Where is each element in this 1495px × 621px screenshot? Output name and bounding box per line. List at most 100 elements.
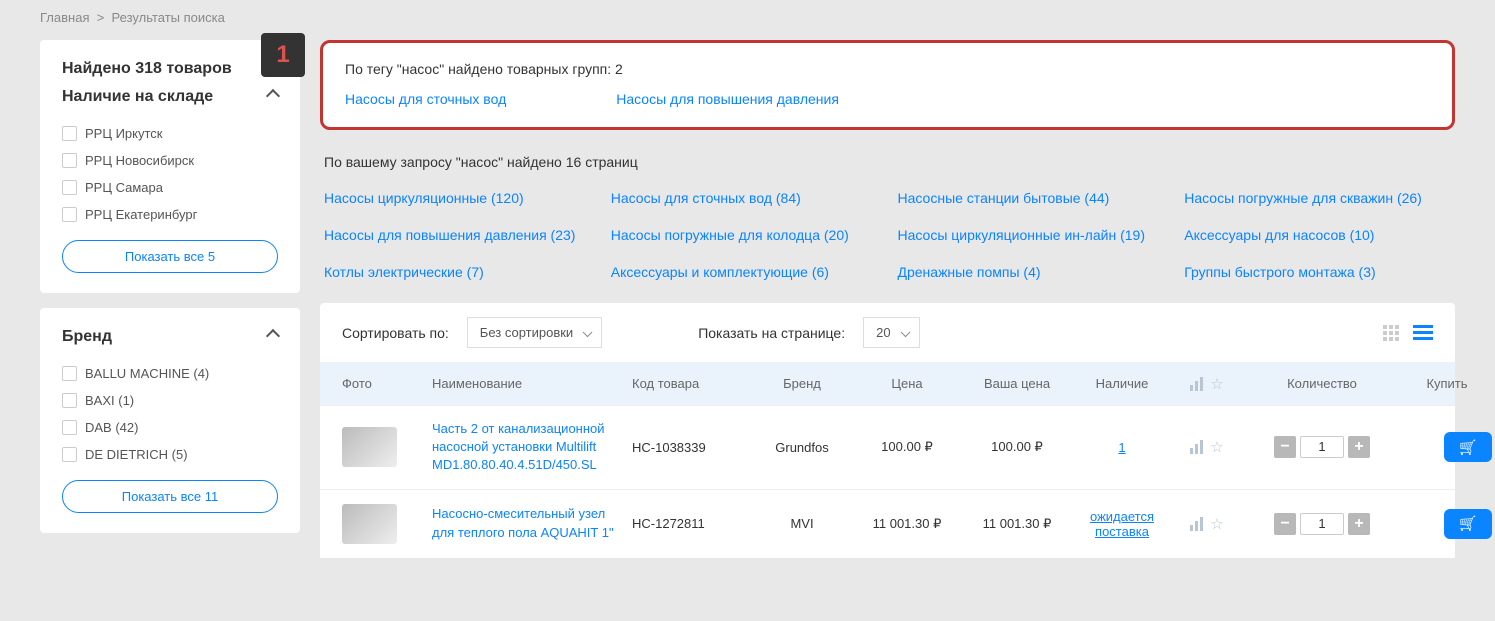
product-table: Фото Наименование Код товара Бренд Цена …: [320, 362, 1455, 558]
stock-option[interactable]: РРЦ Иркутск: [62, 120, 278, 147]
compare-icon[interactable]: [1190, 440, 1204, 454]
category-link[interactable]: Насосы погружные для колодца (20): [611, 225, 878, 246]
product-your-price: 100.00 ₽: [962, 439, 1072, 455]
stock-option-label: РРЦ Иркутск: [85, 126, 162, 141]
checkbox-icon: [62, 180, 77, 195]
show-all-brand-button[interactable]: Показать все 11: [62, 480, 278, 513]
qty-stepper: − 1 +: [1242, 436, 1402, 458]
brand-option-label: DE DIETRICH (5): [85, 447, 188, 462]
checkbox-icon: [62, 447, 77, 462]
compare-icon[interactable]: [1190, 517, 1204, 531]
stock-link[interactable]: 1: [1118, 440, 1125, 455]
product-code: НС-1272811: [632, 516, 752, 531]
qty-plus-button[interactable]: +: [1348, 513, 1370, 535]
category-link[interactable]: Дренажные помпы (4): [898, 262, 1165, 283]
tag-heading: По тегу "насос" найдено товарных групп: …: [345, 61, 1430, 77]
sort-select[interactable]: Без сортировки: [467, 317, 602, 348]
th-brand: Бренд: [752, 376, 852, 391]
grid-view-icon[interactable]: [1383, 325, 1403, 341]
qty-input[interactable]: 1: [1300, 436, 1344, 458]
main-content: 1 По тегу "насос" найдено товарных групп…: [320, 40, 1455, 558]
list-toolbar: Сортировать по: Без сортировки Показать …: [320, 303, 1455, 362]
th-actions: [1172, 377, 1242, 391]
product-price: 100.00 ₽: [852, 439, 962, 455]
th-buy: Купить: [1402, 376, 1492, 391]
cart-icon: [1459, 439, 1476, 456]
stock-link[interactable]: ожидается поставка: [1090, 509, 1154, 539]
stock-option[interactable]: РРЦ Самара: [62, 174, 278, 201]
list-view-icon[interactable]: [1413, 325, 1433, 341]
found-panel: Найдено 318 товаров Наличие на складе РР…: [40, 40, 300, 293]
product-thumbnail[interactable]: [342, 427, 397, 467]
brand-filter-toggle[interactable]: Бренд: [62, 328, 278, 346]
th-your-price: Ваша цена: [962, 376, 1072, 391]
found-title: Найдено 318 товаров: [62, 60, 278, 78]
show-all-stock-button[interactable]: Показать все 5: [62, 240, 278, 273]
th-qty: Количество: [1242, 376, 1402, 391]
stock-option-label: РРЦ Новосибирск: [85, 153, 194, 168]
chevron-up-icon: [268, 88, 278, 106]
category-link[interactable]: Аксессуары для насосов (10): [1184, 225, 1451, 246]
stock-filter-toggle[interactable]: Наличие на складе: [62, 88, 278, 106]
perpage-select[interactable]: 20: [863, 317, 919, 348]
brand-option-label: BAXI (1): [85, 393, 134, 408]
tag-link[interactable]: Насосы для повышения давления: [616, 91, 839, 107]
brand-panel: Бренд BALLU MACHINE (4) BAXI (1) DAB (42…: [40, 308, 300, 533]
category-link[interactable]: Насосы циркуляционные ин-лайн (19): [898, 225, 1165, 246]
qty-plus-button[interactable]: +: [1348, 436, 1370, 458]
sidebar: Найдено 318 товаров Наличие на складе РР…: [40, 40, 300, 558]
product-code: НС-1038339: [632, 440, 752, 455]
brand-option[interactable]: BALLU MACHINE (4): [62, 360, 278, 387]
buy-button[interactable]: [1444, 509, 1492, 539]
chevron-up-icon: [268, 328, 278, 346]
stock-option[interactable]: РРЦ Екатеринбург: [62, 201, 278, 228]
checkbox-icon: [62, 366, 77, 381]
product-name-link[interactable]: Насосно-смесительный узел для теплого по…: [432, 505, 632, 541]
product-your-price: 11 001.30 ₽: [962, 516, 1072, 532]
product-brand: MVI: [752, 516, 852, 531]
annotation-badge: 1: [261, 33, 305, 77]
favorite-icon[interactable]: [1210, 517, 1224, 531]
category-link[interactable]: Насосы циркуляционные (120): [324, 188, 591, 209]
product-thumbnail[interactable]: [342, 504, 397, 544]
category-link[interactable]: Группы быстрого монтажа (3): [1184, 262, 1451, 283]
sort-label: Сортировать по:: [342, 325, 449, 341]
category-link[interactable]: Насосы погружные для скважин (26): [1184, 188, 1451, 209]
category-link[interactable]: Насосы для сточных вод (84): [611, 188, 878, 209]
th-stock: Наличие: [1072, 376, 1172, 391]
breadcrumb-home[interactable]: Главная: [40, 10, 89, 25]
breadcrumb: Главная > Результаты поиска: [40, 0, 1455, 40]
brand-option-label: BALLU MACHINE (4): [85, 366, 209, 381]
stock-option[interactable]: РРЦ Новосибирск: [62, 147, 278, 174]
stock-option-label: РРЦ Самара: [85, 180, 163, 195]
qty-minus-button[interactable]: −: [1274, 436, 1296, 458]
category-link[interactable]: Насосные станции бытовые (44): [898, 188, 1165, 209]
qty-stepper: − 1 +: [1242, 513, 1402, 535]
product-name-link[interactable]: Часть 2 от канализационной насосной уста…: [432, 420, 632, 475]
pages-heading: По вашему запросу "насос" найдено 16 стр…: [324, 154, 1455, 170]
perpage-label: Показать на странице:: [698, 325, 845, 341]
th-name: Наименование: [432, 376, 632, 391]
brand-option[interactable]: BAXI (1): [62, 387, 278, 414]
qty-minus-button[interactable]: −: [1274, 513, 1296, 535]
stock-option-label: РРЦ Екатеринбург: [85, 207, 197, 222]
category-link[interactable]: Котлы электрические (7): [324, 262, 591, 283]
category-link[interactable]: Аксессуары и комплектующие (6): [611, 262, 878, 283]
checkbox-icon: [62, 393, 77, 408]
product-brand: Grundfos: [752, 440, 852, 455]
buy-button[interactable]: [1444, 432, 1492, 462]
qty-input[interactable]: 1: [1300, 513, 1344, 535]
breadcrumb-current: Результаты поиска: [112, 10, 225, 25]
checkbox-icon: [62, 420, 77, 435]
brand-option[interactable]: DE DIETRICH (5): [62, 441, 278, 468]
breadcrumb-sep: >: [97, 10, 105, 25]
category-link[interactable]: Насосы для повышения давления (23): [324, 225, 591, 246]
brand-option[interactable]: DAB (42): [62, 414, 278, 441]
th-code: Код товара: [632, 376, 752, 391]
tag-link[interactable]: Насосы для сточных вод: [345, 91, 506, 107]
favorite-icon: [1210, 377, 1224, 391]
th-price: Цена: [852, 376, 962, 391]
checkbox-icon: [62, 153, 77, 168]
category-link-grid: Насосы циркуляционные (120) Насосы для с…: [320, 188, 1455, 283]
favorite-icon[interactable]: [1210, 440, 1224, 454]
